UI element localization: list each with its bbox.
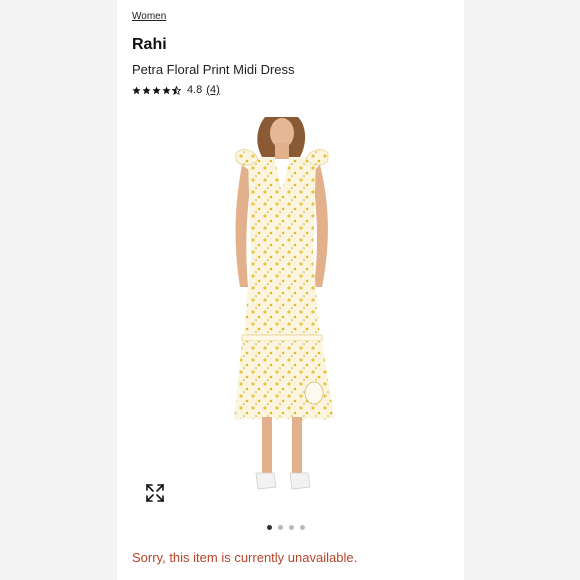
brand-name[interactable]: Rahi [132,36,167,54]
star-rating [132,85,182,95]
star-icon [142,85,151,94]
product-photo[interactable] [202,117,362,505]
dress-upper-skirt [244,267,320,337]
carousel-indicators [267,525,311,530]
rating-value: 4.8 [187,84,203,96]
carousel-dot[interactable] [267,525,272,530]
carousel-dot[interactable] [300,525,305,530]
half-star-icon [172,85,181,95]
rating-row: 4.8 (4) [132,84,220,96]
expand-icon[interactable] [144,482,166,504]
star-icon [162,85,171,94]
carousel-dot[interactable] [289,525,294,530]
star-icon [132,85,141,94]
star-icon [152,85,161,94]
product-card: Women Rahi Petra Floral Print Midi Dress… [117,0,464,580]
dress-tiered-hem [234,341,334,421]
review-count-link[interactable]: (4) [206,84,219,96]
product-title: Petra Floral Print Midi Dress [132,62,295,77]
unavailable-message: Sorry, this item is currently unavailabl… [132,550,358,565]
dress-bodice [248,157,316,267]
carousel-dot[interactable] [278,525,283,530]
model-right-leg [292,417,302,475]
breadcrumb-women[interactable]: Women [132,11,166,22]
model-left-leg [262,417,272,475]
